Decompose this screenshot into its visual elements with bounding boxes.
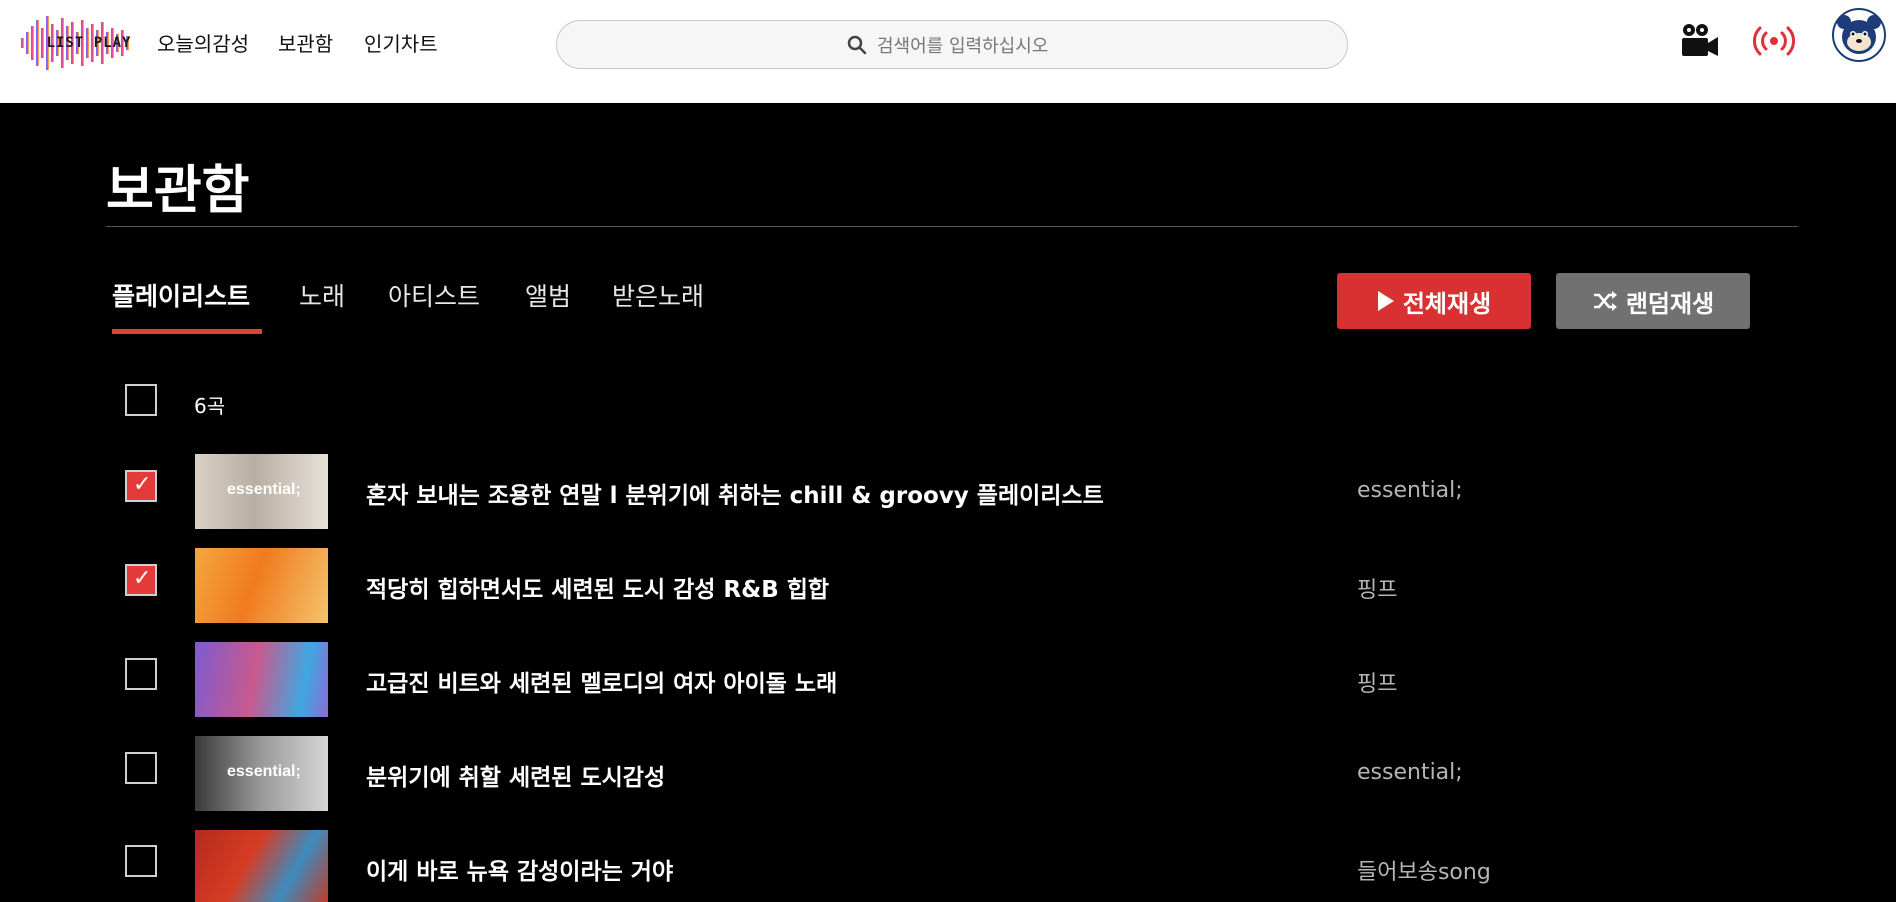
playlist-author[interactable]: essential;: [1357, 478, 1463, 503]
search-placeholder: 검색어를 입력하십시오: [877, 36, 1049, 57]
tab-received-songs[interactable]: 받은노래: [612, 277, 704, 313]
play-icon: [1377, 291, 1394, 311]
item-count: 6곡: [194, 394, 226, 418]
search-input[interactable]: 검색어를 입력하십시오: [556, 20, 1348, 69]
nav-today-mood[interactable]: 오늘의감성: [157, 28, 249, 57]
row-checkbox[interactable]: [125, 752, 157, 784]
playlist-thumbnail[interactable]: essential;: [195, 454, 328, 529]
camera-icon[interactable]: [1680, 22, 1720, 58]
profile-avatar[interactable]: [1832, 8, 1886, 62]
active-tab-indicator: [112, 329, 262, 334]
playlist-title[interactable]: 이게 바로 뉴욕 감성이라는 거야: [366, 852, 673, 886]
row-checkbox[interactable]: [125, 845, 157, 877]
playlist-title[interactable]: 적당히 힙하면서도 세련된 도시 감성 R&B 힙합: [366, 570, 829, 604]
playlist-title[interactable]: 분위기에 취할 세련된 도시감성: [366, 758, 665, 792]
tab-albums[interactable]: 앨범: [525, 277, 571, 313]
shuffle-icon: [1593, 291, 1617, 311]
row-checkbox[interactable]: [125, 658, 157, 690]
playlist-thumbnail[interactable]: [195, 548, 328, 623]
broadcast-icon[interactable]: [1752, 24, 1796, 58]
playlist-thumbnail[interactable]: essential;: [195, 736, 328, 811]
nav-popular-chart[interactable]: 인기차트: [364, 28, 438, 57]
playlist-author[interactable]: essential;: [1357, 760, 1463, 785]
playlist-thumbnail[interactable]: [195, 642, 328, 717]
thumbnail-caption: essential;: [227, 481, 301, 498]
play-all-button[interactable]: 전체재생: [1337, 273, 1531, 329]
tab-playlist[interactable]: 플레이리스트: [112, 277, 250, 313]
logo[interactable]: LIST PLAY: [17, 12, 139, 74]
playlist-author[interactable]: 핑프: [1357, 572, 1397, 604]
logo-text: LIST PLAY: [46, 35, 132, 51]
shuffle-button[interactable]: 랜덤재생: [1556, 273, 1750, 329]
top-header: LIST PLAY 오늘의감성 보관함 인기차트 검색어를 입력하십시오: [0, 0, 1896, 103]
tab-songs[interactable]: 노래: [299, 277, 345, 313]
search-icon: [847, 35, 867, 55]
playlist-thumbnail[interactable]: [195, 830, 328, 902]
play-all-label: 전체재생: [1402, 289, 1492, 318]
nav-library[interactable]: 보관함: [278, 28, 333, 57]
thumbnail-caption: essential;: [227, 763, 301, 780]
playlist-title[interactable]: 고급진 비트와 세련된 멜로디의 여자 아이돌 노래: [366, 664, 837, 698]
playlist-title[interactable]: 혼자 보내는 조용한 연말 l 분위기에 취하는 chill & groovy …: [366, 476, 1104, 510]
shuffle-label: 랜덤재생: [1625, 289, 1715, 318]
select-all-checkbox[interactable]: [125, 384, 157, 416]
row-checkbox[interactable]: [125, 564, 157, 596]
row-checkbox[interactable]: [125, 470, 157, 502]
page-title: 보관함: [106, 161, 250, 221]
title-divider: [106, 226, 1798, 227]
tab-artists[interactable]: 아티스트: [388, 277, 480, 313]
playlist-author[interactable]: 핑프: [1357, 666, 1397, 698]
playlist-author[interactable]: 들어보송song: [1357, 854, 1491, 886]
